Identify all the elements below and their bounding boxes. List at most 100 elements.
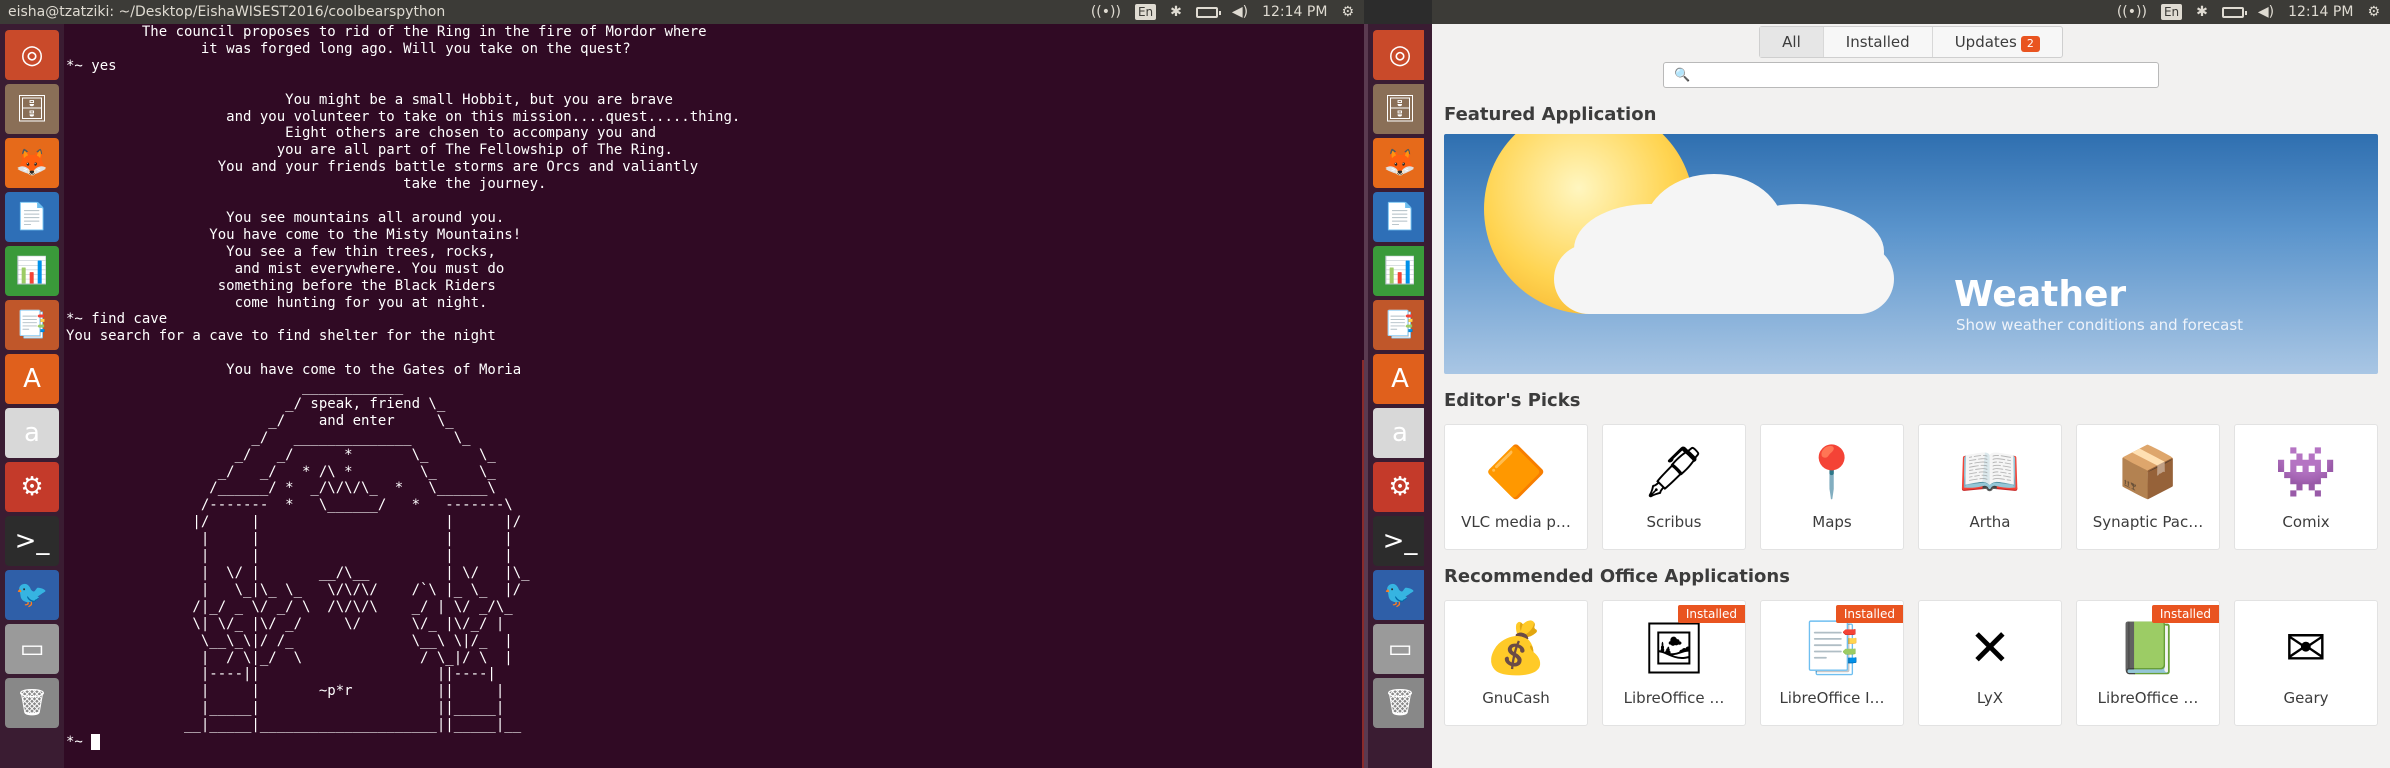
app-name: LibreOffice I… — [1779, 689, 1885, 707]
software-center-window: All Installed Updates 2 🔍 Featured Applic… — [1432, 24, 2390, 768]
launcher-right: ◎ 🗄 🦊 📄 📊 📑 Aa ⚙ >_ 🐦 ▭ 🗑 — [1368, 24, 1432, 768]
synaptic-icon: 📦 — [2116, 442, 2180, 501]
drive-icon[interactable]: ▭ — [5, 624, 59, 674]
calc-icon[interactable]: 📊 — [5, 246, 59, 296]
app-tile[interactable]: Installed 📑 LibreOffice I… — [1760, 600, 1904, 726]
launcher-gutter — [1424, 24, 1432, 768]
right-top-panel: ((•)) En ✱ ◀) 12:14 PM ⚙ — [1432, 0, 2390, 24]
app-name: LibreOffice … — [2097, 689, 2199, 707]
amazon-icon[interactable]: a — [1373, 408, 1427, 458]
featured-banner[interactable]: Weather Show weather conditions and fore… — [1444, 134, 2378, 374]
terminal-window[interactable]: The council proposes to rid of the Ring … — [64, 24, 1364, 768]
app-name: Artha — [1969, 513, 2011, 531]
app-tile[interactable]: Installed 📗 LibreOffice … — [2076, 600, 2220, 726]
lyx-icon: ✕ — [1969, 619, 2011, 677]
libreoffice-draw-icon: 🖼 — [1642, 618, 1706, 677]
calc-icon[interactable]: 📊 — [1373, 246, 1427, 296]
installed-badge: Installed — [1677, 605, 1745, 623]
gear-icon[interactable]: ⚙ — [1341, 4, 1354, 20]
app-tile[interactable]: ✕ LyX — [1918, 600, 2062, 726]
terminal-icon[interactable]: >_ — [1373, 516, 1427, 566]
thunderbird-icon[interactable]: 🐦 — [1373, 570, 1427, 620]
view-tabs: All Installed Updates 2 — [1759, 26, 2063, 58]
files-icon[interactable]: 🗄 — [5, 84, 59, 134]
software-center-icon[interactable]: A — [1373, 354, 1427, 404]
app-name: Synaptic Pac… — [2092, 513, 2204, 531]
keyboard-layout-indicator[interactable]: En — [1134, 4, 1157, 20]
firefox-icon[interactable]: 🦊 — [5, 138, 59, 188]
drive-icon[interactable]: ▭ — [1373, 624, 1427, 674]
battery-icon[interactable] — [1195, 6, 1221, 18]
screen-divider — [1364, 24, 1368, 768]
app-name: VLC media p… — [1461, 513, 1571, 531]
system-settings-icon[interactable]: ⚙ — [1373, 462, 1427, 512]
app-tile[interactable]: 💰 GnuCash — [1444, 600, 1588, 726]
cloud-graphic — [1554, 244, 1894, 314]
gear-icon[interactable]: ⚙ — [2367, 4, 2380, 20]
files-icon[interactable]: 🗄 — [1373, 84, 1427, 134]
amazon-icon[interactable]: a — [5, 408, 59, 458]
writer-icon[interactable]: 📄 — [5, 192, 59, 242]
featured-app-title: Weather — [1954, 274, 2127, 315]
terminal-cursor — [91, 734, 101, 751]
firefox-icon[interactable]: 🦊 — [1373, 138, 1427, 188]
app-tile[interactable]: ✉ Geary — [2234, 600, 2378, 726]
wifi-icon[interactable]: ((•)) — [2117, 4, 2147, 20]
app-tile[interactable]: Installed 🖼 LibreOffice … — [1602, 600, 1746, 726]
app-name: Scribus — [1646, 513, 1702, 531]
featured-app-subtitle: Show weather conditions and forecast — [1956, 316, 2244, 334]
app-name: Comix — [2282, 513, 2330, 531]
tab-updates[interactable]: Updates 2 — [1933, 27, 2062, 57]
volume-icon[interactable]: ◀) — [1232, 4, 1248, 20]
volume-icon[interactable]: ◀) — [2258, 4, 2274, 20]
editors-picks-heading: Editor's Picks — [1444, 390, 1581, 411]
updates-count-badge: 2 — [2020, 36, 2040, 52]
app-tile[interactable]: 📖 Artha — [1918, 424, 2062, 550]
writer-icon[interactable]: 📄 — [1373, 192, 1427, 242]
search-icon: 🔍 — [1674, 67, 1691, 83]
left-top-panel: eisha@tzatziki: ~/Desktop/EishaWISEST201… — [0, 0, 1364, 24]
app-tile[interactable]: 🔶 VLC media p… — [1444, 424, 1588, 550]
ubuntu-dash-icon[interactable]: ◎ — [5, 30, 59, 80]
thunderbird-icon[interactable]: 🐦 — [5, 570, 59, 620]
geary-icon: ✉ — [2285, 619, 2327, 677]
system-settings-icon[interactable]: ⚙ — [5, 462, 59, 512]
installed-badge: Installed — [1835, 605, 1903, 623]
tab-all[interactable]: All — [1760, 27, 1824, 57]
trash-icon[interactable]: 🗑 — [5, 678, 59, 728]
impress-icon[interactable]: 📑 — [1373, 300, 1427, 350]
installed-badge: Installed — [2151, 605, 2219, 623]
trash-icon[interactable]: 🗑 — [1373, 678, 1427, 728]
window-title: eisha@tzatziki: ~/Desktop/EishaWISEST201… — [8, 4, 446, 20]
maps-icon: 📍 — [1800, 442, 1864, 501]
app-tile[interactable]: 📍 Maps — [1760, 424, 1904, 550]
bluetooth-icon[interactable]: ✱ — [1170, 4, 1182, 20]
app-tile[interactable]: 👾 Comix — [2234, 424, 2378, 550]
tab-installed[interactable]: Installed — [1824, 27, 1933, 57]
clock[interactable]: 12:14 PM — [2288, 4, 2353, 20]
office-apps-grid: 💰 GnuCash Installed 🖼 LibreOffice … Installed… — [1444, 600, 2378, 726]
tab-updates-label: Updates — [1954, 33, 2017, 51]
app-name: LibreOffice … — [1623, 689, 1725, 707]
terminal-icon[interactable]: >_ — [5, 516, 59, 566]
software-center-icon[interactable]: A — [5, 354, 59, 404]
search-input[interactable] — [1696, 66, 2158, 84]
tab-installed-label: Installed — [1845, 33, 1910, 51]
app-name: GnuCash — [1482, 689, 1550, 707]
clock[interactable]: 12:14 PM — [1262, 4, 1327, 20]
editors-picks-grid: 🔶 VLC media p… 🖋 Scribus 📍 Maps 📖 Artha 📦 Synapti… — [1444, 424, 2378, 550]
search-box[interactable]: 🔍 — [1663, 62, 2159, 88]
featured-heading: Featured Application — [1444, 104, 1657, 125]
battery-icon[interactable] — [2221, 6, 2247, 18]
wifi-icon[interactable]: ((•)) — [1091, 4, 1121, 20]
toolbar: All Installed Updates 2 — [1432, 24, 2390, 60]
gnucash-icon: 💰 — [1484, 618, 1548, 677]
app-tile[interactable]: 📦 Synaptic Pac… — [2076, 424, 2220, 550]
ubuntu-dash-icon[interactable]: ◎ — [1373, 30, 1427, 80]
keyboard-layout-indicator[interactable]: En — [2160, 4, 2183, 20]
impress-icon[interactable]: 📑 — [5, 300, 59, 350]
bluetooth-icon[interactable]: ✱ — [2196, 4, 2208, 20]
office-apps-heading: Recommended Office Applications — [1444, 566, 1790, 587]
app-tile[interactable]: 🖋 Scribus — [1602, 424, 1746, 550]
terminal-output: The council proposes to rid of the Ring … — [66, 24, 741, 751]
